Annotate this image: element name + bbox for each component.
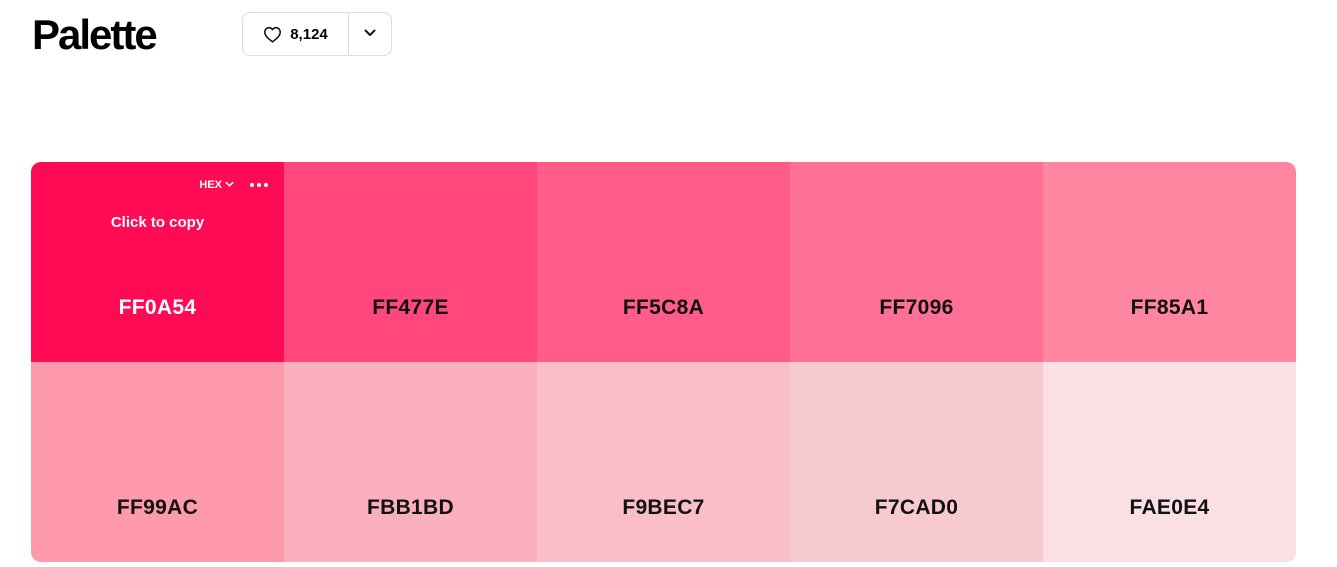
hex-code: FF477E	[372, 296, 449, 319]
hex-code: F7CAD0	[874, 496, 959, 519]
color-swatch[interactable]: FF99AC	[31, 362, 284, 562]
hex-code: FF0A54	[118, 296, 197, 319]
page-header: Palette	[32, 10, 158, 60]
hex-code: FF5C8A	[622, 296, 705, 319]
page-title: Palette	[32, 11, 158, 58]
swatch-controls: HEX	[199, 179, 268, 191]
heart-icon	[263, 26, 282, 43]
format-label: HEX	[199, 179, 222, 191]
color-swatch[interactable]: FF5C8A	[537, 162, 790, 362]
hex-code: FBB1BD	[367, 496, 454, 519]
more-horizontal-icon[interactable]	[250, 181, 268, 189]
hex-code: FF7096	[879, 296, 954, 319]
color-swatch[interactable]: F7CAD0	[790, 362, 1043, 562]
like-button[interactable]: 8,124	[243, 13, 349, 55]
color-swatch[interactable]: FF85A1	[1043, 162, 1296, 362]
chevron-down-icon	[225, 179, 234, 191]
color-swatch[interactable]: F9BEC7	[537, 362, 790, 562]
hex-code: FF85A1	[1130, 296, 1209, 319]
copy-hint: Click to copy	[110, 214, 205, 231]
hex-code: FAE0E4	[1129, 496, 1210, 519]
format-dropdown[interactable]: HEX	[199, 179, 234, 191]
like-count: 8,124	[290, 25, 328, 43]
like-button-group: 8,124	[242, 12, 392, 56]
color-swatch[interactable]: HEX Click to copy FF0A54	[31, 162, 284, 362]
palette-page: Palette 8,124 HEX Click to copy FF0A54 FF47…	[0, 0, 1337, 567]
color-swatch[interactable]: FF7096	[790, 162, 1043, 362]
more-options-button[interactable]	[349, 13, 391, 55]
color-swatch[interactable]: FF477E	[284, 162, 537, 362]
color-swatch[interactable]: FBB1BD	[284, 362, 537, 562]
chevron-down-icon	[363, 25, 377, 43]
color-swatch[interactable]: FAE0E4	[1043, 362, 1296, 562]
hex-code: FF99AC	[116, 496, 199, 519]
color-palette: HEX Click to copy FF0A54 FF477E FF5C8A FF7096…	[31, 162, 1296, 562]
hex-code: F9BEC7	[622, 496, 705, 519]
